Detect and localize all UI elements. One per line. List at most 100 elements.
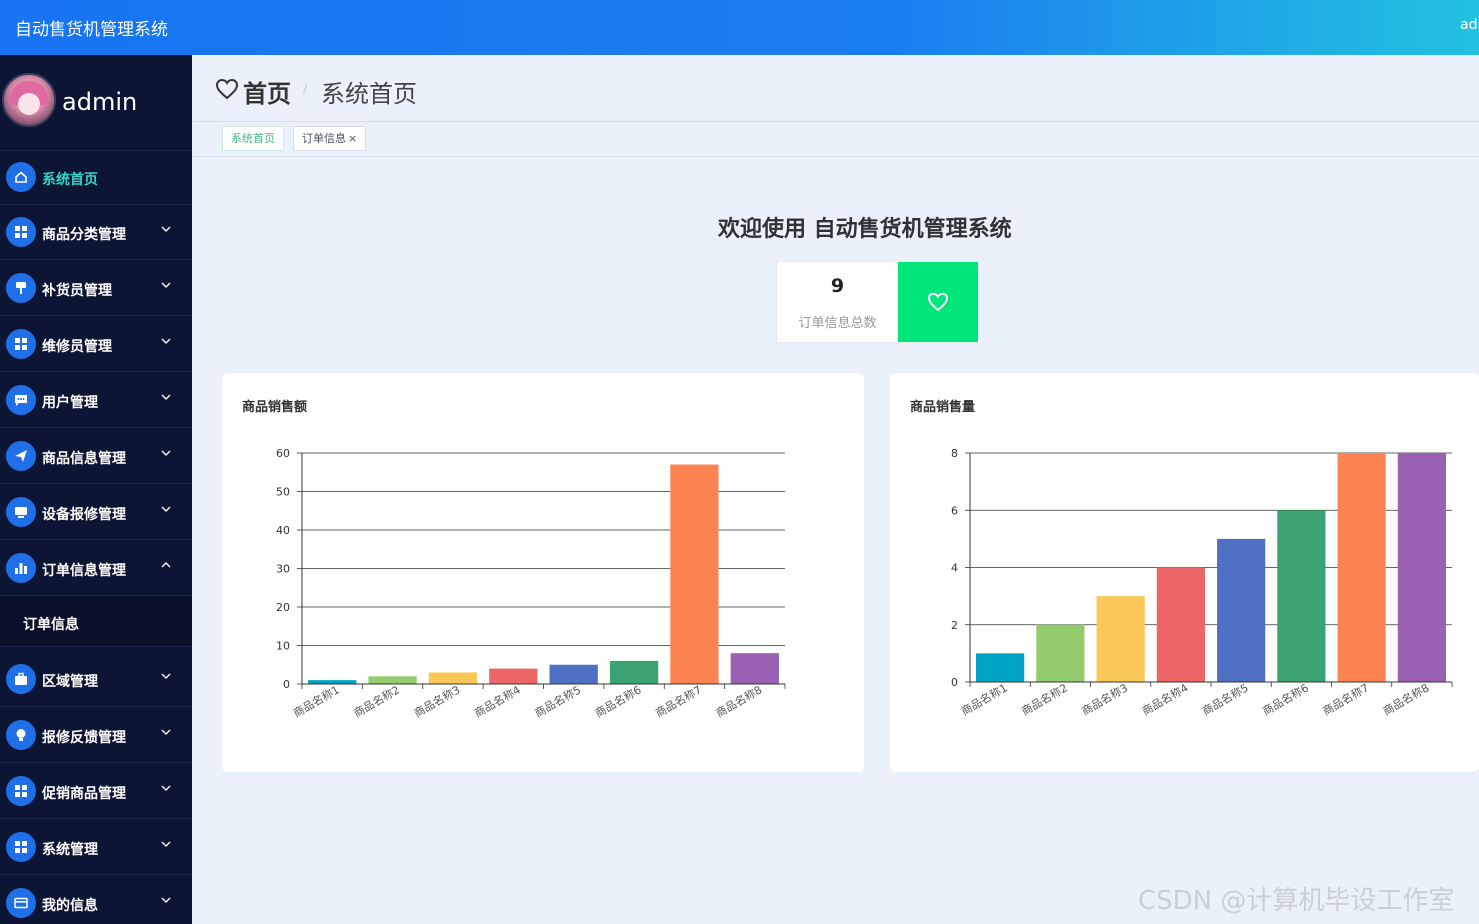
top-user-menu[interactable]: admin <box>1460 17 1479 33</box>
avatar[interactable] <box>2 73 56 127</box>
bulb-icon <box>6 720 36 750</box>
sidebar-item[interactable]: 我的信息 <box>0 876 192 924</box>
bar <box>428 672 478 684</box>
sidebar-item[interactable]: 设备报修管理 <box>0 485 192 540</box>
tabs-bar <box>192 121 1479 157</box>
sidebar-item-label: 系统首页 <box>42 172 98 188</box>
bar <box>976 653 1025 682</box>
bar <box>549 664 598 684</box>
chat-icon <box>6 385 36 415</box>
y-tick-label: 30 <box>276 563 290 576</box>
breadcrumb-separator: / <box>303 82 308 96</box>
chevron-down-icon[interactable] <box>160 335 172 347</box>
grid-icon <box>6 832 36 862</box>
sidebar-item-label: 商品信息管理 <box>42 451 126 467</box>
sales-volume-panel: 商品销售量 0 2 4 6 8 商品名称1 商品名称2 商品名称3 商品名称4 商品名称5 商品名称… <box>890 373 1479 772</box>
sidebar-item-label: 设备报修管理 <box>42 507 126 523</box>
x-tick-label: 商品名称3 <box>411 682 462 720</box>
sidebar-item[interactable]: 系统管理 <box>0 820 192 875</box>
monitor-icon <box>6 497 36 527</box>
sales-volume-chart: 0 2 4 6 8 商品名称1 商品名称2 商品名称3 商品名称4 商品名称5 商品名称6 商品名称7… <box>951 447 1453 718</box>
tab-home[interactable]: 系统首页 <box>222 126 284 151</box>
x-tick-label: 商品名称1 <box>291 682 342 720</box>
sidebar-item-label: 促销商品管理 <box>42 786 126 802</box>
bar-chart-icon <box>6 553 36 583</box>
bar <box>1156 567 1205 682</box>
sidebar-item[interactable]: 补货员管理 <box>0 261 192 316</box>
y-tick-label: 0 <box>283 678 290 691</box>
x-tick-label: 商品名称3 <box>1079 680 1130 718</box>
sidebar-item[interactable]: 区域管理 <box>0 652 192 707</box>
bar <box>1036 624 1085 682</box>
sidebar-item[interactable]: 促销商品管理 <box>0 764 192 819</box>
bar <box>670 464 719 684</box>
x-tick-label: 商品名称5 <box>1199 680 1250 718</box>
bar <box>489 668 538 684</box>
chevron-down-icon[interactable] <box>160 223 172 235</box>
sidebar-item[interactable]: 维修员管理 <box>0 317 192 372</box>
x-tick-label: 商品名称2 <box>351 682 402 720</box>
sidebar-item[interactable]: 报修反馈管理 <box>0 708 192 763</box>
x-tick-label: 商品名称8 <box>1380 680 1431 718</box>
sidebar-item[interactable]: 订单信息管理 <box>0 541 192 596</box>
chevron-down-icon[interactable] <box>160 279 172 291</box>
y-tick-label: 10 <box>276 640 290 653</box>
sales-amount-panel: 商品销售额 0 10 20 30 40 50 60 商品名称1 商品名称2 商品名称3 商品名称4 商… <box>222 373 864 772</box>
sales-amount-chart: 0102030405060商品名称1 商品名称2 商品名称3 商品名称4 商品名称5 商品… <box>276 447 786 720</box>
sidebar-item-label: 商品分类管理 <box>42 227 126 243</box>
x-tick-label: 商品名称8 <box>713 682 764 720</box>
submenu-item-orders[interactable]: 订单信息 <box>0 597 192 647</box>
chevron-down-icon[interactable] <box>160 726 172 738</box>
chevron-down-icon[interactable] <box>160 782 172 794</box>
username: admin <box>62 88 138 116</box>
chevron-down-icon[interactable] <box>160 894 172 906</box>
y-tick-label: 6 <box>951 504 958 517</box>
chevron-down-icon[interactable] <box>160 838 172 850</box>
sidebar-item[interactable]: 商品分类管理 <box>0 205 192 260</box>
grid-icon <box>6 776 36 806</box>
bar <box>368 676 417 684</box>
sidebar-item[interactable]: 商品信息管理 <box>0 429 192 484</box>
stat-card: 9 订单信息总数 <box>776 261 978 343</box>
y-tick-label: 2 <box>951 619 958 632</box>
close-icon[interactable]: × <box>348 132 357 145</box>
chevron-down-icon[interactable] <box>160 503 172 515</box>
y-tick-label: 60 <box>276 447 290 460</box>
bar <box>1337 453 1386 682</box>
sidebar-item-label: 系统管理 <box>42 842 98 858</box>
x-tick-label: 商品名称7 <box>653 682 704 720</box>
sidebar: admin 系统首页商品分类管理 补货员管理维修员管理用户管理商品信息管理 设备报修… <box>0 55 192 924</box>
watermark: CSDN @计算机毕设工作室 <box>1138 886 1455 916</box>
chevron-down-icon[interactable] <box>160 447 172 459</box>
sidebar-item[interactable]: 系统首页 <box>0 150 192 205</box>
sidebar-item-label: 我的信息 <box>42 898 98 914</box>
x-tick-label: 商品名称1 <box>958 680 1009 718</box>
bar <box>1217 538 1266 682</box>
tab-orders[interactable]: 订单信息 × <box>293 126 367 151</box>
heart-icon <box>215 78 239 100</box>
x-tick-label: 商品名称6 <box>592 682 643 720</box>
sidebar-item-label: 用户管理 <box>42 395 98 411</box>
x-tick-label: 商品名称4 <box>1139 680 1190 718</box>
chevron-down-icon[interactable] <box>160 670 172 682</box>
tab-label: 系统首页 <box>231 132 275 145</box>
bar <box>1277 510 1326 682</box>
stat-value: 9 <box>830 275 845 297</box>
y-tick-label: 0 <box>951 676 958 689</box>
chevron-down-icon[interactable] <box>160 391 172 403</box>
sidebar-item-label: 区域管理 <box>42 674 98 690</box>
tab-label: 订单信息 <box>302 132 346 145</box>
chevron-up-icon[interactable] <box>160 559 172 571</box>
home-icon <box>6 162 36 192</box>
y-tick-label: 8 <box>951 447 958 460</box>
sidebar-item-label: 报修反馈管理 <box>42 730 126 746</box>
send-icon <box>6 441 36 471</box>
card-icon <box>6 888 36 918</box>
x-tick-label: 商品名称6 <box>1260 680 1311 718</box>
x-tick-label: 商品名称4 <box>472 682 523 720</box>
sidebar-item-label: 补货员管理 <box>42 283 112 299</box>
bar <box>308 680 357 684</box>
x-tick-label: 商品名称2 <box>1019 680 1070 718</box>
briefcase-icon <box>6 664 36 694</box>
sidebar-item[interactable]: 用户管理 <box>0 373 192 428</box>
